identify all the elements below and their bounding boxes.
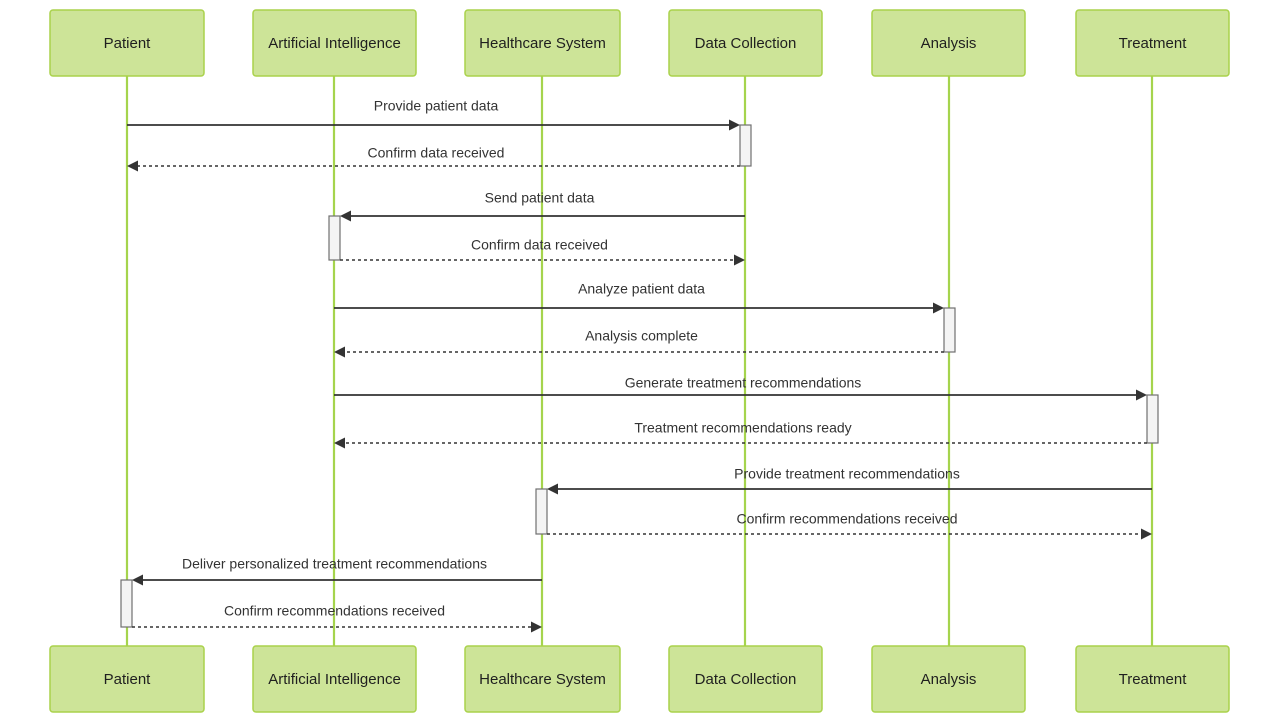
message-label-3: Send patient data bbox=[485, 190, 595, 206]
message-arrowhead-5 bbox=[933, 302, 944, 314]
message-8: Treatment recommendations ready bbox=[334, 420, 1147, 449]
message-arrowhead-4 bbox=[734, 254, 745, 266]
participant-label-data-top: Data Collection bbox=[695, 35, 797, 52]
participant-label-data-bottom: Data Collection bbox=[695, 671, 797, 688]
participant-analysis-bottom[interactable]: Analysis bbox=[871, 645, 1026, 713]
message-label-11: Deliver personalized treatment recommend… bbox=[182, 556, 487, 572]
participant-label-patient-bottom: Patient bbox=[104, 671, 152, 688]
sequence-diagram-svg: Provide patient data Confirm data receive… bbox=[49, 9, 1230, 713]
activation-bar-healthcare bbox=[535, 488, 548, 535]
message-arrowhead-12 bbox=[531, 621, 542, 633]
actors-bottom-layer: Patient Artificial Intelligence Healthcare… bbox=[49, 645, 1230, 713]
message-label-2: Confirm data received bbox=[368, 145, 505, 161]
message-7: Generate treatment recommendations bbox=[334, 375, 1147, 401]
activation-bar-ai bbox=[328, 215, 341, 261]
participant-label-healthcare-top: Healthcare System bbox=[479, 35, 606, 52]
message-1: Provide patient data bbox=[127, 98, 740, 131]
participant-treatment-top[interactable]: Treatment bbox=[1075, 9, 1230, 77]
message-arrowhead-7 bbox=[1136, 389, 1147, 401]
participant-patient-bottom[interactable]: Patient bbox=[49, 645, 205, 713]
participant-label-healthcare-bottom: Healthcare System bbox=[479, 671, 606, 688]
message-11: Deliver personalized treatment recommend… bbox=[132, 556, 542, 586]
participant-label-analysis-bottom: Analysis bbox=[921, 671, 977, 688]
message-label-10: Confirm recommendations received bbox=[737, 511, 958, 527]
activation-bar-treatment bbox=[1146, 394, 1159, 444]
message-5: Analyze patient data bbox=[334, 281, 944, 314]
message-label-4: Confirm data received bbox=[471, 237, 608, 253]
participant-label-ai-top: Artificial Intelligence bbox=[268, 35, 401, 52]
participant-label-treatment-top: Treatment bbox=[1119, 35, 1188, 52]
activation-bar-data bbox=[739, 124, 752, 167]
actors-top-layer: Patient Artificial Intelligence Healthcare… bbox=[49, 9, 1230, 77]
message-arrowhead-11 bbox=[132, 574, 143, 586]
message-12: Confirm recommendations received bbox=[132, 603, 542, 633]
message-label-12: Confirm recommendations received bbox=[224, 603, 445, 619]
message-label-9: Provide treatment recommendations bbox=[734, 466, 960, 482]
message-label-7: Generate treatment recommendations bbox=[625, 375, 862, 391]
participant-analysis-top[interactable]: Analysis bbox=[871, 9, 1026, 77]
activation-bar-analysis bbox=[943, 307, 956, 353]
message-label-5: Analyze patient data bbox=[578, 281, 705, 297]
message-arrowhead-6 bbox=[334, 346, 345, 358]
participant-label-patient-top: Patient bbox=[104, 35, 152, 52]
message-arrowhead-3 bbox=[340, 210, 351, 222]
participant-label-ai-bottom: Artificial Intelligence bbox=[268, 671, 401, 688]
message-arrowhead-2 bbox=[127, 160, 138, 172]
participant-ai-bottom[interactable]: Artificial Intelligence bbox=[252, 645, 417, 713]
message-arrowhead-10 bbox=[1141, 528, 1152, 540]
participant-healthcare-top[interactable]: Healthcare System bbox=[464, 9, 621, 77]
message-arrowhead-8 bbox=[334, 437, 345, 449]
message-arrowhead-9 bbox=[547, 483, 558, 495]
message-arrowhead-1 bbox=[729, 119, 740, 131]
participant-treatment-bottom[interactable]: Treatment bbox=[1075, 645, 1230, 713]
participant-data-top[interactable]: Data Collection bbox=[668, 9, 823, 77]
participant-data-bottom[interactable]: Data Collection bbox=[668, 645, 823, 713]
participant-label-treatment-bottom: Treatment bbox=[1119, 671, 1188, 688]
message-10: Confirm recommendations received bbox=[547, 511, 1152, 540]
message-label-1: Provide patient data bbox=[374, 98, 499, 114]
sequence-diagram-canvas: Provide patient data Confirm data receive… bbox=[0, 0, 1280, 723]
message-9: Provide treatment recommendations bbox=[547, 466, 1152, 495]
messages-layer: Provide patient data Confirm data receive… bbox=[127, 98, 1152, 633]
participant-ai-top[interactable]: Artificial Intelligence bbox=[252, 9, 417, 77]
participant-label-analysis-top: Analysis bbox=[921, 35, 977, 52]
message-label-6: Analysis complete bbox=[585, 328, 698, 344]
participant-healthcare-bottom[interactable]: Healthcare System bbox=[464, 645, 621, 713]
message-2: Confirm data received bbox=[127, 145, 740, 172]
participant-patient-top[interactable]: Patient bbox=[49, 9, 205, 77]
message-3: Send patient data bbox=[340, 190, 745, 222]
activation-bar-patient bbox=[120, 579, 133, 628]
message-6: Analysis complete bbox=[334, 328, 944, 358]
message-label-8: Treatment recommendations ready bbox=[634, 420, 851, 436]
